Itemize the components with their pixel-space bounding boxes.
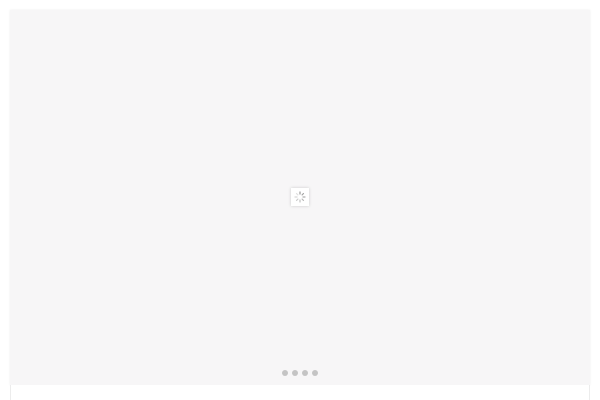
loading-indicator: [291, 188, 309, 206]
carousel-dot-3[interactable]: [302, 370, 308, 376]
carousel-pagination: [10, 370, 590, 376]
carousel-dot-1[interactable]: [282, 370, 288, 376]
carousel-dot-4[interactable]: [312, 370, 318, 376]
image-carousel: [10, 10, 590, 385]
spinner-icon: [294, 191, 306, 203]
content-below-carousel: [10, 385, 590, 400]
carousel-dot-2[interactable]: [292, 370, 298, 376]
